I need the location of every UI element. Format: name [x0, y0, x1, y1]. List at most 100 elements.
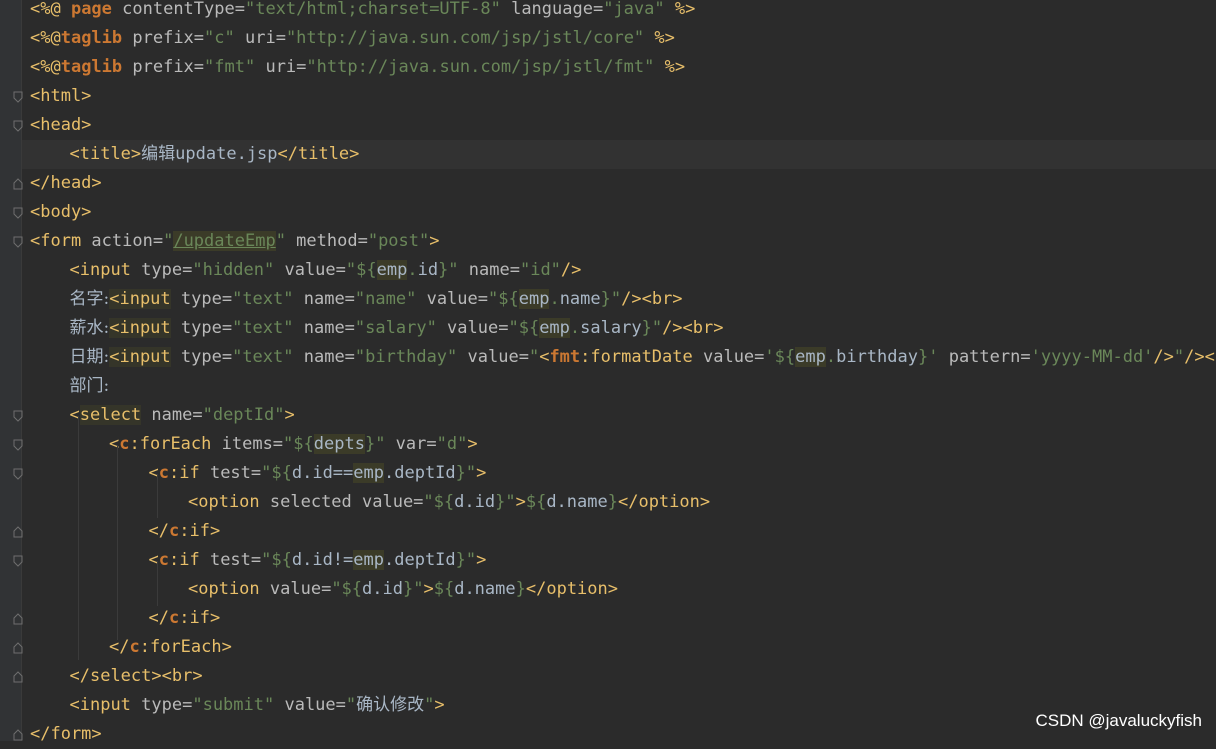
- code-token: %>: [665, 0, 696, 19]
- code-line[interactable]: <%@taglib prefix="fmt" uri="http://java.…: [30, 53, 685, 82]
- code-token: ": [529, 347, 539, 367]
- code-token: "text": [232, 318, 293, 338]
- code-token: "text": [232, 347, 293, 367]
- fold-open-icon[interactable]: [13, 236, 23, 248]
- code-line[interactable]: 部门:: [70, 372, 110, 401]
- fold-open-icon[interactable]: [13, 207, 23, 219]
- code-line[interactable]: 名字:<input type="text" name="name" value=…: [70, 285, 683, 314]
- code-token: ": [276, 231, 286, 251]
- code-token: type=: [171, 318, 232, 338]
- code-token: </title>: [278, 144, 360, 164]
- code-token: value=: [274, 695, 346, 715]
- code-line[interactable]: 薪水:<input type="text" name="salary" valu…: [70, 314, 724, 343]
- code-token: type=: [171, 347, 232, 367]
- fold-close-icon[interactable]: [13, 729, 23, 741]
- code-line[interactable]: </c:if>: [149, 517, 221, 546]
- code-line[interactable]: </c:if>: [149, 604, 221, 633]
- code-token: "salary": [355, 318, 437, 338]
- code-line[interactable]: <c:forEach items="${depts}" var="d">: [109, 430, 478, 459]
- code-token: <%@: [30, 28, 61, 48]
- code-line[interactable]: <title>编辑update.jsp</title>: [70, 140, 360, 169]
- code-token: '${: [764, 347, 795, 367]
- fold-close-icon[interactable]: [13, 178, 23, 190]
- code-line[interactable]: <head>: [30, 111, 91, 140]
- code-token: select: [80, 405, 141, 425]
- code-token: selected value=: [260, 492, 424, 512]
- code-token: "${: [261, 463, 292, 483]
- code-token: depts: [314, 434, 365, 454]
- code-line[interactable]: <select name="deptId">: [70, 401, 295, 430]
- code-token: birthday: [836, 347, 918, 367]
- code-token: taglib: [61, 28, 122, 48]
- code-token: </: [149, 521, 169, 541]
- code-token: type=: [131, 260, 192, 280]
- code-token: c: [129, 637, 139, 657]
- code-token: "${: [283, 434, 314, 454]
- code-token: value=: [693, 347, 765, 367]
- code-token: >: [476, 463, 486, 483]
- code-line[interactable]: <%@ page contentType="text/html;charset=…: [30, 0, 695, 24]
- code-line[interactable]: <option selected value="${d.id}">${d.nam…: [188, 488, 710, 517]
- code-token: >: [423, 579, 433, 599]
- code-token: >: [516, 492, 526, 512]
- code-token: type=: [131, 695, 192, 715]
- code-line[interactable]: <html>: [30, 82, 91, 111]
- fold-close-icon[interactable]: [13, 642, 23, 654]
- code-token: <input: [109, 347, 170, 367]
- fold-open-icon[interactable]: [13, 91, 23, 103]
- code-token: :formatDate: [580, 347, 693, 367]
- code-token: ": [346, 695, 356, 715]
- fold-close-icon[interactable]: [13, 613, 23, 625]
- code-line[interactable]: 日期:<input type="text" name="birthday" va…: [70, 343, 1216, 372]
- code-token: d.id==: [292, 463, 353, 483]
- indent-guide: [157, 561, 158, 606]
- code-token: .: [549, 289, 559, 309]
- fold-open-icon[interactable]: [13, 120, 23, 132]
- code-token: <option: [188, 492, 260, 512]
- code-token: .deptId: [384, 550, 456, 570]
- code-token: value=: [437, 318, 509, 338]
- code-token: }': [918, 347, 938, 367]
- code-token: d.name: [454, 579, 515, 599]
- code-token: "hidden": [192, 260, 274, 280]
- code-token: name=: [294, 289, 355, 309]
- fold-close-icon[interactable]: [13, 671, 23, 683]
- code-line[interactable]: </select><br>: [70, 662, 203, 691]
- fold-open-icon[interactable]: [13, 439, 23, 451]
- code-token: ${: [526, 492, 546, 512]
- code-token: <form: [30, 231, 81, 251]
- code-line[interactable]: </form>: [30, 720, 102, 749]
- code-token: .deptId: [384, 463, 456, 483]
- code-line[interactable]: <input type="hidden" value="${emp.id}" n…: [70, 256, 582, 285]
- code-token: "id": [520, 260, 561, 280]
- code-token: prefix=: [122, 57, 204, 77]
- fold-open-icon[interactable]: [13, 410, 23, 422]
- code-token: >: [284, 405, 294, 425]
- code-token: <head>: [30, 115, 91, 135]
- fold-open-icon[interactable]: [13, 468, 23, 480]
- code-line[interactable]: <form action="/updateEmp" method="post">: [30, 227, 440, 256]
- code-token: 确认修改: [356, 695, 424, 715]
- code-line[interactable]: <body>: [30, 198, 91, 227]
- fold-open-icon[interactable]: [13, 555, 23, 567]
- code-line[interactable]: </c:forEach>: [109, 633, 232, 662]
- code-token: %>: [644, 28, 675, 48]
- code-token: />: [1153, 347, 1173, 367]
- code-token: d.id: [362, 579, 403, 599]
- code-token: /><br>: [662, 318, 723, 338]
- code-line[interactable]: <option value="${d.id}">${d.name}</optio…: [188, 575, 618, 604]
- fold-close-icon[interactable]: [13, 526, 23, 538]
- code-line[interactable]: <c:if test="${d.id==emp.deptId}">: [149, 459, 487, 488]
- code-token: items=: [211, 434, 283, 454]
- code-line[interactable]: <c:if test="${d.id!=emp.deptId}">: [149, 546, 487, 575]
- code-line[interactable]: </head>: [30, 169, 102, 198]
- code-line[interactable]: <%@taglib prefix="c" uri="http://java.su…: [30, 24, 675, 53]
- code-token: /><br>: [1184, 347, 1216, 367]
- code-token: name=: [459, 260, 520, 280]
- code-token: test=: [200, 550, 261, 570]
- code-token: :if>: [179, 608, 220, 628]
- code-line[interactable]: <input type="submit" value="确认修改">: [70, 691, 445, 720]
- code-token: :if: [169, 550, 200, 570]
- code-token: <title>: [70, 144, 142, 164]
- code-token: </: [149, 608, 169, 628]
